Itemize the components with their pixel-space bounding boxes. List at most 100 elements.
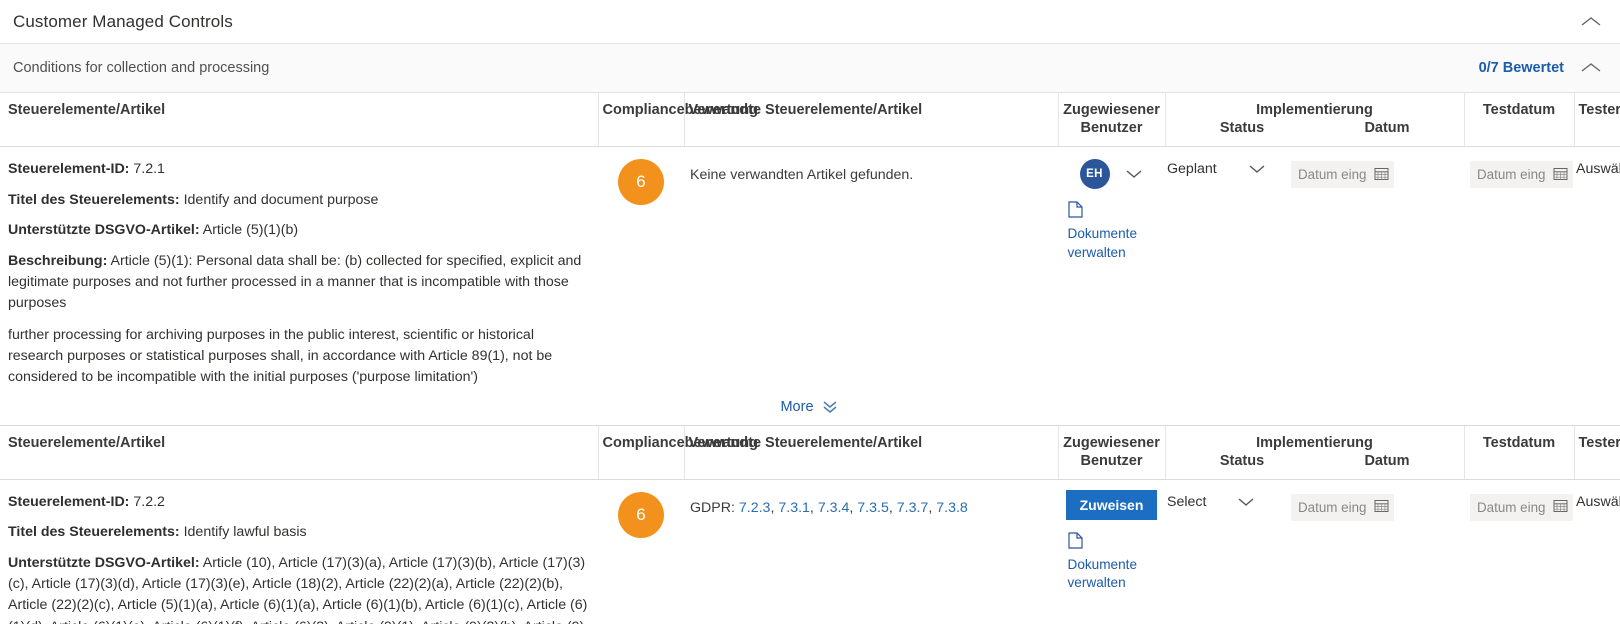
table-body-2: Steuerelement-ID: 7.2.2 Titel des Steuer… xyxy=(0,478,1620,624)
group-title: Conditions for collection and processing xyxy=(13,60,270,76)
supported-articles-label: Unterstützte DSGVO-Artikel: xyxy=(8,222,200,239)
related-controls-cell: Keine verwandten Artikel gefunden. xyxy=(684,145,1058,399)
test-date-placeholder: Datum eing xyxy=(1477,499,1546,515)
implementation-status-value: Select xyxy=(1167,493,1207,510)
gdpr-link[interactable]: 7.2.3 xyxy=(739,500,771,516)
col-implementation: Implementierung Status Datum xyxy=(1164,425,1464,480)
col-implementation-top: Implementierung xyxy=(1256,102,1373,118)
chevron-down-icon[interactable] xyxy=(1236,496,1256,508)
supported-articles-line: Unterstützte DSGVO-Artikel: Article (10)… xyxy=(8,553,592,624)
gdpr-link[interactable]: 7.3.1 xyxy=(778,500,810,516)
test-result-dropdown[interactable]: Auswählen xyxy=(1576,494,1620,510)
implementation-date-input[interactable]: Datum eing xyxy=(1291,493,1394,521)
customer-managed-controls-page: Customer Managed Controls Conditions for… xyxy=(0,0,1620,624)
col-test-result: Testergebnis xyxy=(1573,425,1620,480)
control-id-label: Steuerelement-ID: xyxy=(8,493,130,510)
supported-articles-value: Article (5)(1)(b) xyxy=(202,222,299,239)
panel-header: Customer Managed Controls xyxy=(0,0,1620,44)
manage-documents-link[interactable]: Dokumente verwalten xyxy=(1067,531,1156,593)
calendar-icon[interactable] xyxy=(1374,166,1389,184)
chevron-double-down-icon xyxy=(820,399,840,415)
col-compliance-score: Compliancebewertung xyxy=(597,425,758,480)
test-result-cell: Auswählen xyxy=(1574,478,1620,624)
col-implementation-date: Datum xyxy=(1364,120,1410,136)
related-empty-text: Keine verwandten Artikel gefunden. xyxy=(690,167,914,183)
gdpr-links-container: 7.2.3, 7.3.1, 7.3.4, 7.3.5, 7.3.7, 7.3.8 xyxy=(738,499,968,516)
controls-table-2: Steuerelemente/Artikel Compliancebewertu… xyxy=(0,425,1620,624)
manage-documents-label: Dokumente verwalten xyxy=(1067,226,1138,260)
implementation-status-dropdown[interactable]: Select xyxy=(1167,494,1285,510)
col-related: Verwandte Steuerelemente/Artikel xyxy=(683,93,1058,147)
implementation-date-placeholder: Datum eing xyxy=(1298,167,1367,182)
assign-user-control[interactable]: Zuweisen xyxy=(1065,489,1158,520)
control-title-label: Titel des Steuerelements: xyxy=(8,524,180,541)
col-implementation: Implementierung Status Datum xyxy=(1164,93,1464,147)
test-date-placeholder: Datum eing xyxy=(1477,167,1546,182)
col-test-result: Testergebnis xyxy=(1573,93,1620,147)
test-date-input[interactable]: Datum eing xyxy=(1470,161,1573,188)
manage-documents-label: Dokumente verwalten xyxy=(1067,556,1138,591)
table-row: Steuerelement-ID: 7.2.1 Titel des Steuer… xyxy=(0,145,1620,399)
col-control: Steuerelemente/Artikel xyxy=(0,93,598,147)
table-body-1: Steuerelement-ID: 7.2.1 Titel des Steuer… xyxy=(0,145,1620,425)
control-details-cell: Steuerelement-ID: 7.2.1 Titel des Steuer… xyxy=(0,145,598,399)
control-title-value: Identify lawful basis xyxy=(183,524,307,541)
col-assigned-user-bottom: Benutzer xyxy=(1080,120,1143,136)
control-title-line: Titel des Steuerelements: Identify and d… xyxy=(8,190,592,211)
description-label: Beschreibung: xyxy=(8,252,108,269)
test-result-cell: Auswählen xyxy=(1574,145,1620,399)
description-paragraph-2: further processing for archiving purpose… xyxy=(8,326,553,386)
control-title-value: Identify and document purpose xyxy=(183,191,379,208)
gdpr-link[interactable]: 7.3.5 xyxy=(857,500,889,516)
gdpr-link[interactable]: 7.3.8 xyxy=(936,500,968,516)
calendar-icon[interactable] xyxy=(1553,166,1568,184)
control-id-line: Steuerelement-ID: 7.2.2 xyxy=(8,492,592,513)
test-result-dropdown[interactable]: Auswählen xyxy=(1576,161,1620,177)
calendar-icon[interactable] xyxy=(1374,498,1389,516)
gdpr-link[interactable]: 7.3.4 xyxy=(818,500,850,516)
page-title: Customer Managed Controls xyxy=(13,11,233,31)
supported-articles-line: Unterstützte DSGVO-Artikel: Article (5)(… xyxy=(8,220,592,241)
more-expander-row: More xyxy=(0,398,1620,425)
table-row: Steuerelement-ID: 7.2.2 Titel des Steuer… xyxy=(0,478,1620,624)
chevron-down-icon[interactable] xyxy=(1247,163,1267,175)
more-expander-cell: More xyxy=(0,398,1620,425)
gdpr-link[interactable]: 7.3.7 xyxy=(897,500,929,516)
compliance-score-cell: 6 xyxy=(598,478,684,624)
test-date-cell: Datum eing xyxy=(1464,478,1574,624)
assigned-user-control[interactable]: EH xyxy=(1079,157,1144,189)
compliance-score-cell: 6 xyxy=(598,145,684,399)
gdpr-prefix-label: GDPR: xyxy=(690,499,735,516)
implementation-status-dropdown[interactable]: Geplant xyxy=(1167,161,1285,177)
implementation-date-input[interactable]: Datum eing xyxy=(1291,161,1394,188)
chevron-up-icon[interactable] xyxy=(1580,61,1602,75)
implementation-status-value: Geplant xyxy=(1167,161,1217,177)
control-id-label: Steuerelement-ID: xyxy=(8,161,130,177)
chevron-down-icon[interactable] xyxy=(1124,168,1144,180)
description-paragraph-1: Beschreibung: Article (5)(1): Personal d… xyxy=(8,251,592,315)
test-result-value: Auswählen xyxy=(1576,161,1620,177)
table-header-1: Steuerelemente/Artikel Compliancebewertu… xyxy=(0,93,1620,147)
assign-button[interactable]: Zuweisen xyxy=(1065,489,1158,520)
test-date-input[interactable]: Datum eing xyxy=(1470,493,1573,521)
col-implementation-status: Status xyxy=(1219,452,1265,469)
avatar[interactable]: EH xyxy=(1079,159,1110,189)
assessed-count-badge: 0/7 Bewertet xyxy=(1478,60,1564,76)
col-assigned-user-top: Zugewiesener xyxy=(1063,102,1160,118)
chevron-up-icon[interactable] xyxy=(1580,15,1602,29)
implementation-cell: Select Datum eing xyxy=(1165,478,1464,624)
control-id-value: 7.2.2 xyxy=(133,493,165,510)
col-control: Steuerelemente/Artikel xyxy=(0,425,598,480)
control-title-label: Titel des Steuerelements: xyxy=(8,191,180,208)
col-assigned-user-top: Zugewiesener xyxy=(1063,434,1160,451)
document-icon xyxy=(1067,531,1156,554)
more-button[interactable]: More xyxy=(0,399,1620,415)
implementation-date-placeholder: Datum eing xyxy=(1298,499,1367,515)
compliance-score-badge: 6 xyxy=(618,159,664,205)
related-controls-cell: GDPR: 7.2.3, 7.3.1, 7.3.4, 7.3.5, 7.3.7,… xyxy=(684,478,1058,624)
calendar-icon[interactable] xyxy=(1553,498,1568,516)
col-related: Verwandte Steuerelemente/Artikel xyxy=(683,425,1058,480)
col-compliance-score: Compliancebewertung xyxy=(597,93,758,147)
manage-documents-link[interactable]: Dokumente verwalten xyxy=(1068,201,1156,262)
group-header[interactable]: Conditions for collection and processing… xyxy=(0,44,1620,93)
